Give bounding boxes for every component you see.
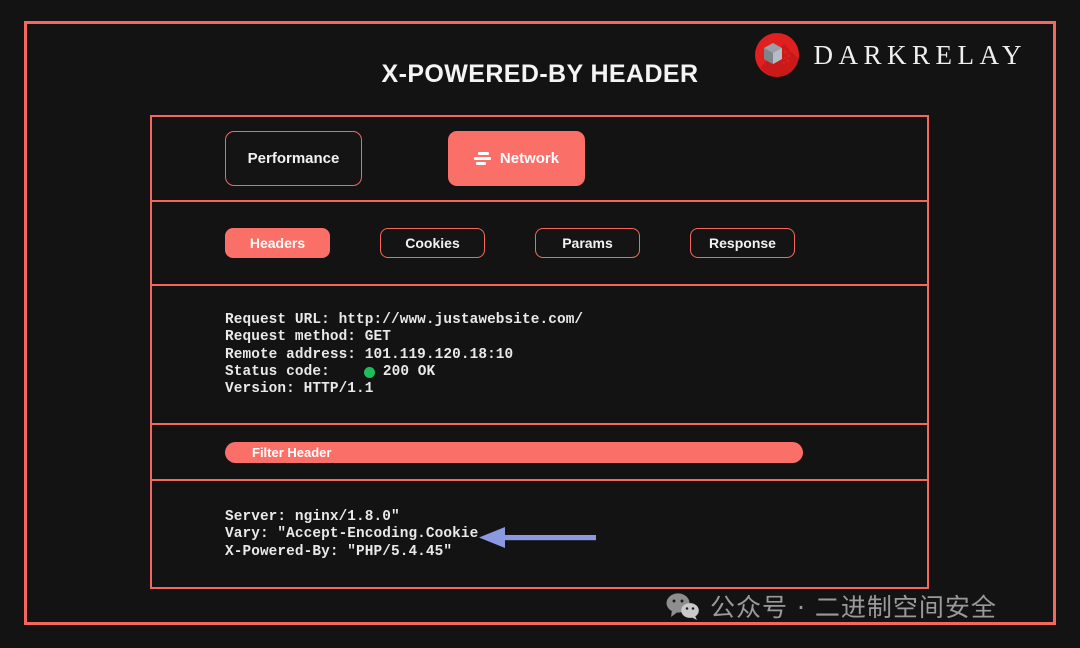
tab-response-label: Response — [709, 235, 776, 251]
watermark-text: 公众号 · 二进制空间安全 — [710, 593, 997, 622]
tab-network-label: Network — [499, 150, 560, 167]
tab-params[interactable]: Params — [535, 228, 640, 258]
tab-params-label: Params — [562, 235, 613, 251]
http-version-line: Version: HTTP/1.1 — [225, 381, 374, 398]
status-code-value: 200 OK — [382, 363, 436, 380]
request-details-block: Request URL: http://www.justawebsite.com… — [152, 286, 927, 425]
filter-row: Filter Header — [152, 425, 927, 481]
tab-cookies[interactable]: Cookies — [380, 228, 485, 258]
devtools-panel: Performance Network Headers Cookies Para… — [150, 115, 929, 589]
request-method-line: Request method: GET — [225, 329, 391, 346]
status-code-line: Status code: 200 OK — [225, 364, 927, 381]
primary-tab-row: Performance Network — [152, 117, 927, 202]
status-ok-dot-icon — [363, 367, 375, 379]
remote-address-line: Remote address: 101.119.120.18:10 — [225, 346, 514, 363]
tab-network[interactable]: Network — [448, 131, 585, 186]
wechat-icon — [666, 592, 699, 620]
darkrelay-cube-logo-icon — [754, 32, 800, 78]
request-url-line: Request URL: http://www.justawebsite.com… — [225, 312, 584, 328]
watermark: 公众号 · 二进制空间安全 — [666, 588, 997, 624]
left-arrow-annotation-icon — [479, 527, 596, 548]
tab-headers[interactable]: Headers — [225, 228, 330, 258]
tab-performance-label: Performance — [247, 150, 340, 167]
secondary-tab-row: Headers Cookies Params Response — [152, 202, 927, 286]
tab-headers-label: Headers — [249, 235, 306, 251]
response-header-server: Server: nginx/1.8.0" — [225, 509, 400, 525]
brand-logo: DARKRELAY — [754, 32, 1027, 78]
tab-response[interactable]: Response — [690, 228, 795, 258]
tab-cookies-label: Cookies — [405, 235, 460, 251]
filter-header-input[interactable]: Filter Header — [225, 441, 803, 463]
brand-name: DARKRELAY — [813, 39, 1027, 70]
filter-header-label: Filter Header — [252, 444, 332, 460]
tab-performance[interactable]: Performance — [225, 131, 362, 186]
network-bars-icon — [473, 152, 491, 165]
outer-frame: X-POWERED-BY HEADER DARKRELAY Performanc… — [24, 21, 1056, 625]
response-headers-block: Server: nginx/1.8.0" Vary: "Accept-Encod… — [152, 481, 927, 587]
status-code-label: Status code: — [225, 363, 330, 380]
screenshot-root: X-POWERED-BY HEADER DARKRELAY Performanc… — [0, 0, 1080, 648]
